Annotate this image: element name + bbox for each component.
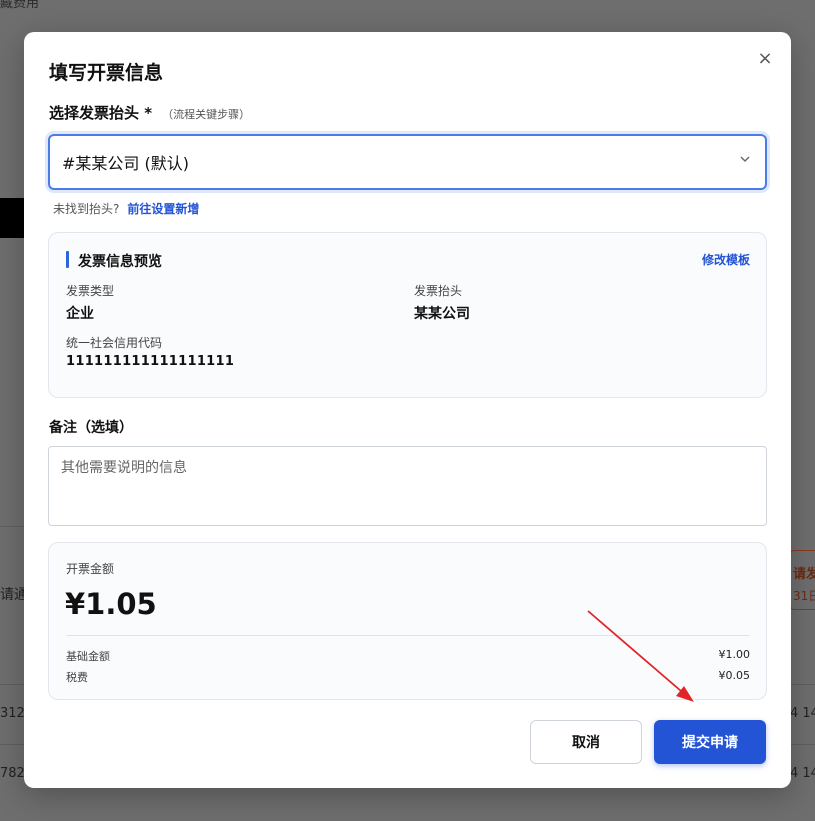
amount-total: ¥1.05 <box>65 587 157 621</box>
credit-code-value: 111111111111111111 <box>66 354 235 369</box>
amount-card: 开票金额 ¥1.05 基础金额 ¥1.00 税费 ¥0.05 <box>48 542 767 700</box>
credit-code-label: 统一社会信用代码 <box>66 336 163 350</box>
amount-label: 开票金额 <box>66 562 115 576</box>
section-accent-bar <box>66 251 69 268</box>
chevron-down-icon <box>740 156 750 162</box>
invoice-header-select[interactable]: #某某公司 (默认) <box>48 134 767 190</box>
background-divider <box>0 744 24 745</box>
dialog-title: 填写开票信息 <box>49 62 164 84</box>
submit-button[interactable]: 提交申请 <box>654 720 766 764</box>
remark-label: 备注（选填） <box>49 420 133 436</box>
background-divider <box>791 744 815 745</box>
background-badge-date: 31日 <box>793 589 815 603</box>
background-text: 藏费用 <box>0 0 40 11</box>
invoice-preview-card: 发票信息预览 修改模板 发票类型 企业 发票抬头 某某公司 统一社会信用代码 1… <box>48 232 767 398</box>
remark-input[interactable] <box>48 446 767 526</box>
background-badge: 请发 31日 <box>790 550 815 610</box>
base-amount-value: ¥1.00 <box>718 648 751 661</box>
background-divider <box>791 684 815 685</box>
invoice-type-value: 企业 <box>66 306 94 322</box>
cancel-button[interactable]: 取消 <box>530 720 642 764</box>
invoice-header-label-text: 选择发票抬头 * <box>49 104 153 122</box>
invoice-header-hint: （流程关键步骤） <box>162 108 251 121</box>
background-divider <box>0 526 24 527</box>
not-found-text: 未找到抬头? <box>53 202 120 216</box>
preview-title: 发票信息预览 <box>78 254 162 270</box>
invoice-header-label: 选择发票抬头 * （流程关键步骤） <box>49 102 250 123</box>
background-text: 4 14 <box>790 766 815 781</box>
amount-divider <box>66 635 750 636</box>
invoice-dialog: 填写开票信息 × 选择发票抬头 * （流程关键步骤） #某某公司 (默认) 未找到… <box>24 32 791 788</box>
tax-label: 税费 <box>66 671 88 684</box>
invoice-type-label: 发票类型 <box>66 284 115 298</box>
header-not-found-row: 未找到抬头? 前往设置新增 <box>53 200 199 217</box>
background-dark-bar <box>0 198 24 238</box>
invoice-header-field-value: 某某公司 <box>414 306 470 322</box>
edit-template-link[interactable]: 修改模板 <box>702 251 750 268</box>
invoice-header-field-label: 发票抬头 <box>414 284 463 298</box>
invoice-header-selected-value: #某某公司 (默认) <box>62 154 189 173</box>
close-icon[interactable]: × <box>753 46 777 70</box>
base-amount-label: 基础金额 <box>66 650 110 663</box>
tax-value: ¥0.05 <box>718 669 751 682</box>
background-text: 4 14 <box>790 706 815 721</box>
background-divider <box>0 684 24 685</box>
background-badge-text: 请发 <box>793 567 815 582</box>
add-header-link[interactable]: 前往设置新增 <box>127 202 199 216</box>
